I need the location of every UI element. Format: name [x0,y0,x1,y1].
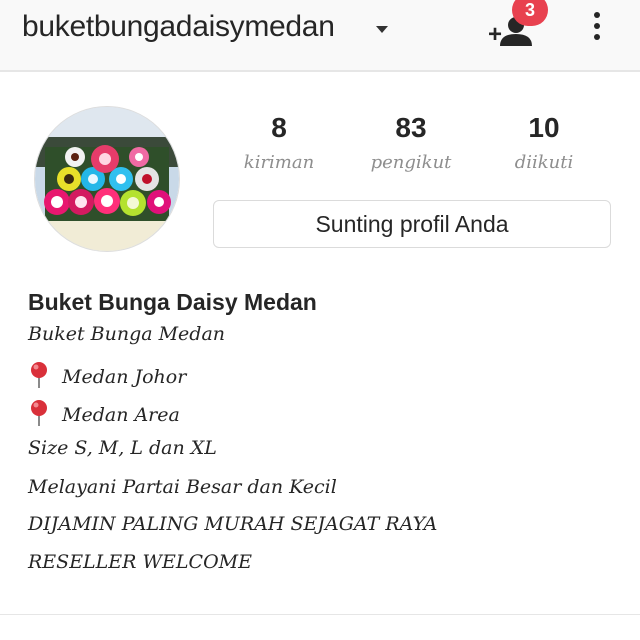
profile-display-name: Buket Bunga Daisy Medan [28,289,317,315]
bio-line: Size S, M, L dan XL [28,437,217,459]
bio-line: DIJAMIN PALING MURAH SEJAGAT RAYA [28,513,438,535]
followers-label: pengikut [370,152,452,173]
notification-badge[interactable]: 3 [512,0,548,26]
more-vertical-icon[interactable] [588,10,606,48]
bio-line-location: Medan Area [28,399,180,427]
divider [0,614,640,615]
account-username[interactable]: buketbungadaisymedan [22,10,335,44]
bio-line: RESELLER WELCOME [28,551,252,573]
pushpin-icon [28,361,50,389]
following-label: diikuti [514,152,574,173]
pushpin-icon [28,399,50,427]
following-count: 10 [528,112,560,143]
location-text: Medan Area [62,404,180,426]
bio-line: Melayani Partai Besar dan Kecil [28,476,337,498]
location-text: Medan Johor [62,366,187,388]
followers-count: 83 [395,112,427,143]
avatar[interactable] [34,106,180,252]
top-bar: buketbungadaisymedan + 3 [0,0,640,72]
bio-line-location: Medan Johor [28,361,186,389]
stat-followers[interactable]: 83 pengikut [351,112,471,173]
stat-following[interactable]: 10 diikuti [484,112,604,173]
chevron-down-icon[interactable] [376,26,388,33]
posts-label: kiriman [243,152,315,173]
posts-count: 8 [271,112,287,143]
stat-posts[interactable]: 8 kiriman [219,112,339,173]
edit-profile-button[interactable]: Sunting profil Anda [213,200,611,248]
svg-text:+: + [488,21,502,48]
bio-line: Buket Bunga Medan [28,323,226,345]
